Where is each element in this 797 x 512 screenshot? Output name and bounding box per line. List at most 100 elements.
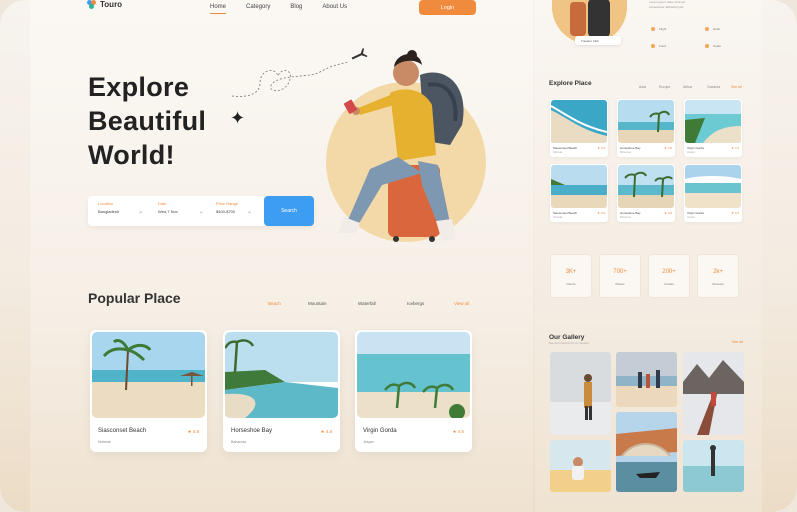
price-range-field[interactable]: Price Range $400-$700 ⌄ bbox=[216, 201, 252, 215]
explore-photo bbox=[685, 100, 741, 143]
explore-photo bbox=[618, 100, 674, 143]
explore-card-location: Nobeda bbox=[553, 151, 563, 154]
tab-see-all[interactable]: See all bbox=[731, 85, 742, 89]
feature-label: Guide bbox=[713, 44, 722, 48]
place-location: Nobeda bbox=[98, 440, 111, 444]
nav-link-blog[interactable]: Blog bbox=[290, 4, 302, 10]
nav-link-about[interactable]: About Us bbox=[322, 4, 347, 10]
gallery-title: Our Gallery bbox=[549, 334, 585, 341]
traveler-chip: Traveler Club bbox=[575, 36, 621, 45]
explore-card-name: Horseshoe Bay bbox=[620, 211, 641, 215]
gallery-subtitle: Moments captured by our travelers bbox=[549, 342, 590, 345]
explore-card-location: Jesper bbox=[687, 151, 695, 154]
place-card[interactable]: Virgin Gorda ★ 4.5 Jesper bbox=[355, 330, 472, 452]
place-card[interactable]: Siasconset Beach ★ 4.9 Nobeda bbox=[90, 330, 207, 452]
chevron-down-icon: ⌄ bbox=[198, 209, 204, 215]
explore-card[interactable]: Siasconset Beach ★ 4.9 Nobeda bbox=[550, 164, 608, 222]
date-field[interactable]: Date Wed,7 Nov ⌄ bbox=[158, 201, 204, 215]
hero-title-line-2: Beautiful bbox=[88, 106, 207, 136]
feature-item: Guide bbox=[705, 44, 721, 48]
gallery-see-all-link[interactable]: See all bbox=[732, 340, 743, 344]
stat-label: Reviews bbox=[712, 282, 724, 286]
tab-africa[interactable]: Africa bbox=[683, 85, 692, 89]
explore-card-rating: ★ 4.5 bbox=[731, 211, 739, 215]
stat-value: 2k+ bbox=[713, 269, 723, 275]
explore-card-name: Virgin Gorda bbox=[687, 211, 704, 215]
feature-label: Flight bbox=[659, 27, 667, 31]
nav-links: Home Category Blog About Us bbox=[210, 4, 347, 14]
place-card[interactable]: Horseshoe Bay ★ 4.8 Bahamas bbox=[223, 330, 340, 452]
traveler-illustration bbox=[338, 50, 464, 242]
explore-card[interactable]: Horseshoe Bay ★ 4.8 Bahamas bbox=[617, 99, 675, 157]
price-range-label: Price Range bbox=[216, 201, 239, 206]
explore-card-rating: ★ 4.8 bbox=[664, 146, 672, 150]
guide-icon bbox=[705, 44, 709, 48]
stat-value: 700+ bbox=[613, 269, 627, 275]
explore-card-rating: ★ 4.8 bbox=[664, 211, 672, 215]
explore-card[interactable]: Virgin Gorda ★ 4.5 Jesper bbox=[684, 164, 742, 222]
explore-card[interactable]: Siasconset Beach ★ 4.9 Nobeda bbox=[550, 99, 608, 157]
secondary-page: Traveler Club Lorem ipsum dolor sit amet… bbox=[535, 0, 762, 512]
filter-beach[interactable]: Beach bbox=[268, 301, 281, 306]
place-rating: ★ 4.9 bbox=[187, 429, 199, 434]
stat-card: 700+ Places bbox=[599, 254, 641, 298]
nav-link-home[interactable]: Home bbox=[210, 4, 227, 14]
gallery-photo[interactable] bbox=[616, 412, 677, 492]
place-name: Virgin Gorda bbox=[363, 428, 397, 434]
search-button[interactable]: Search bbox=[264, 196, 314, 226]
view-all-link[interactable]: View all bbox=[454, 301, 469, 306]
hotel-icon bbox=[705, 27, 709, 31]
hero-title: Explore Beautiful World! bbox=[88, 70, 206, 172]
explore-photo bbox=[685, 165, 741, 208]
location-field[interactable]: Location Bangladesh ⌄ bbox=[98, 201, 143, 215]
explore-card-name: Siasconset Beach bbox=[553, 211, 578, 215]
feature-item: Food bbox=[651, 44, 666, 48]
filter-mountain[interactable]: Mountain bbox=[308, 301, 327, 306]
gallery-photo[interactable] bbox=[683, 440, 744, 492]
date-value: Wed,7 Nov bbox=[158, 209, 178, 214]
login-button[interactable]: Login bbox=[419, 0, 476, 15]
sparkle-icon: ✦ bbox=[230, 108, 246, 128]
gallery-photo[interactable] bbox=[683, 352, 744, 435]
place-rating: ★ 4.8 bbox=[320, 429, 332, 434]
stat-value: 3K+ bbox=[565, 269, 577, 275]
plane-icon bbox=[651, 27, 655, 31]
explore-card-location: Bahamas bbox=[620, 216, 631, 219]
filter-icebergs[interactable]: Icebergs bbox=[407, 301, 424, 306]
hero-title-line-1: Explore bbox=[88, 72, 190, 102]
gallery-photo[interactable] bbox=[550, 352, 611, 435]
explore-card-location: Jesper bbox=[687, 216, 695, 219]
location-value: Bangladesh bbox=[98, 209, 120, 214]
feature-item: Hotel bbox=[705, 27, 720, 31]
explore-card-name: Horseshoe Bay bbox=[620, 146, 641, 150]
stat-label: Clients bbox=[566, 282, 576, 286]
landing-page: Touro Home Category Blog About Us Login … bbox=[30, 0, 533, 512]
logo[interactable]: Touro bbox=[87, 0, 122, 9]
explore-card-name: Siasconset Beach bbox=[553, 146, 578, 150]
tab-oceania[interactable]: Oceania bbox=[707, 85, 720, 89]
filter-waterfall[interactable]: Waterfall bbox=[358, 301, 376, 306]
chevron-down-icon: ⌄ bbox=[138, 209, 144, 215]
logo-text: Touro bbox=[100, 0, 123, 9]
tab-asia[interactable]: Asia bbox=[639, 85, 646, 89]
hero-title-line-3: World! bbox=[88, 140, 175, 170]
place-photo bbox=[225, 332, 338, 418]
explore-card[interactable]: Virgin Gorda ★ 4.5 Jesper bbox=[684, 99, 742, 157]
gallery-photo[interactable] bbox=[550, 440, 611, 492]
stat-value: 200+ bbox=[662, 269, 676, 275]
feature-label: Hotel bbox=[713, 27, 721, 31]
tab-europe[interactable]: Europe bbox=[659, 85, 670, 89]
nav-link-category[interactable]: Category bbox=[246, 4, 270, 10]
location-label: Location bbox=[98, 201, 114, 206]
stat-label: Guides bbox=[664, 282, 674, 286]
explore-card-name: Virgin Gorda bbox=[687, 146, 704, 150]
logo-icon bbox=[87, 0, 96, 9]
explore-card-location: Nobeda bbox=[553, 216, 563, 219]
explore-card-location: Bahamas bbox=[620, 151, 631, 154]
intro-text: Lorem ipsum dolor sit amet consectetur a… bbox=[649, 0, 685, 10]
stat-card: 200+ Guides bbox=[648, 254, 690, 298]
gallery-photo[interactable] bbox=[616, 352, 677, 407]
explore-card[interactable]: Horseshoe Bay ★ 4.8 Bahamas bbox=[617, 164, 675, 222]
chevron-down-icon: ⌄ bbox=[246, 209, 253, 215]
top-nav: Touro Home Category Blog About Us Login bbox=[30, 0, 533, 18]
